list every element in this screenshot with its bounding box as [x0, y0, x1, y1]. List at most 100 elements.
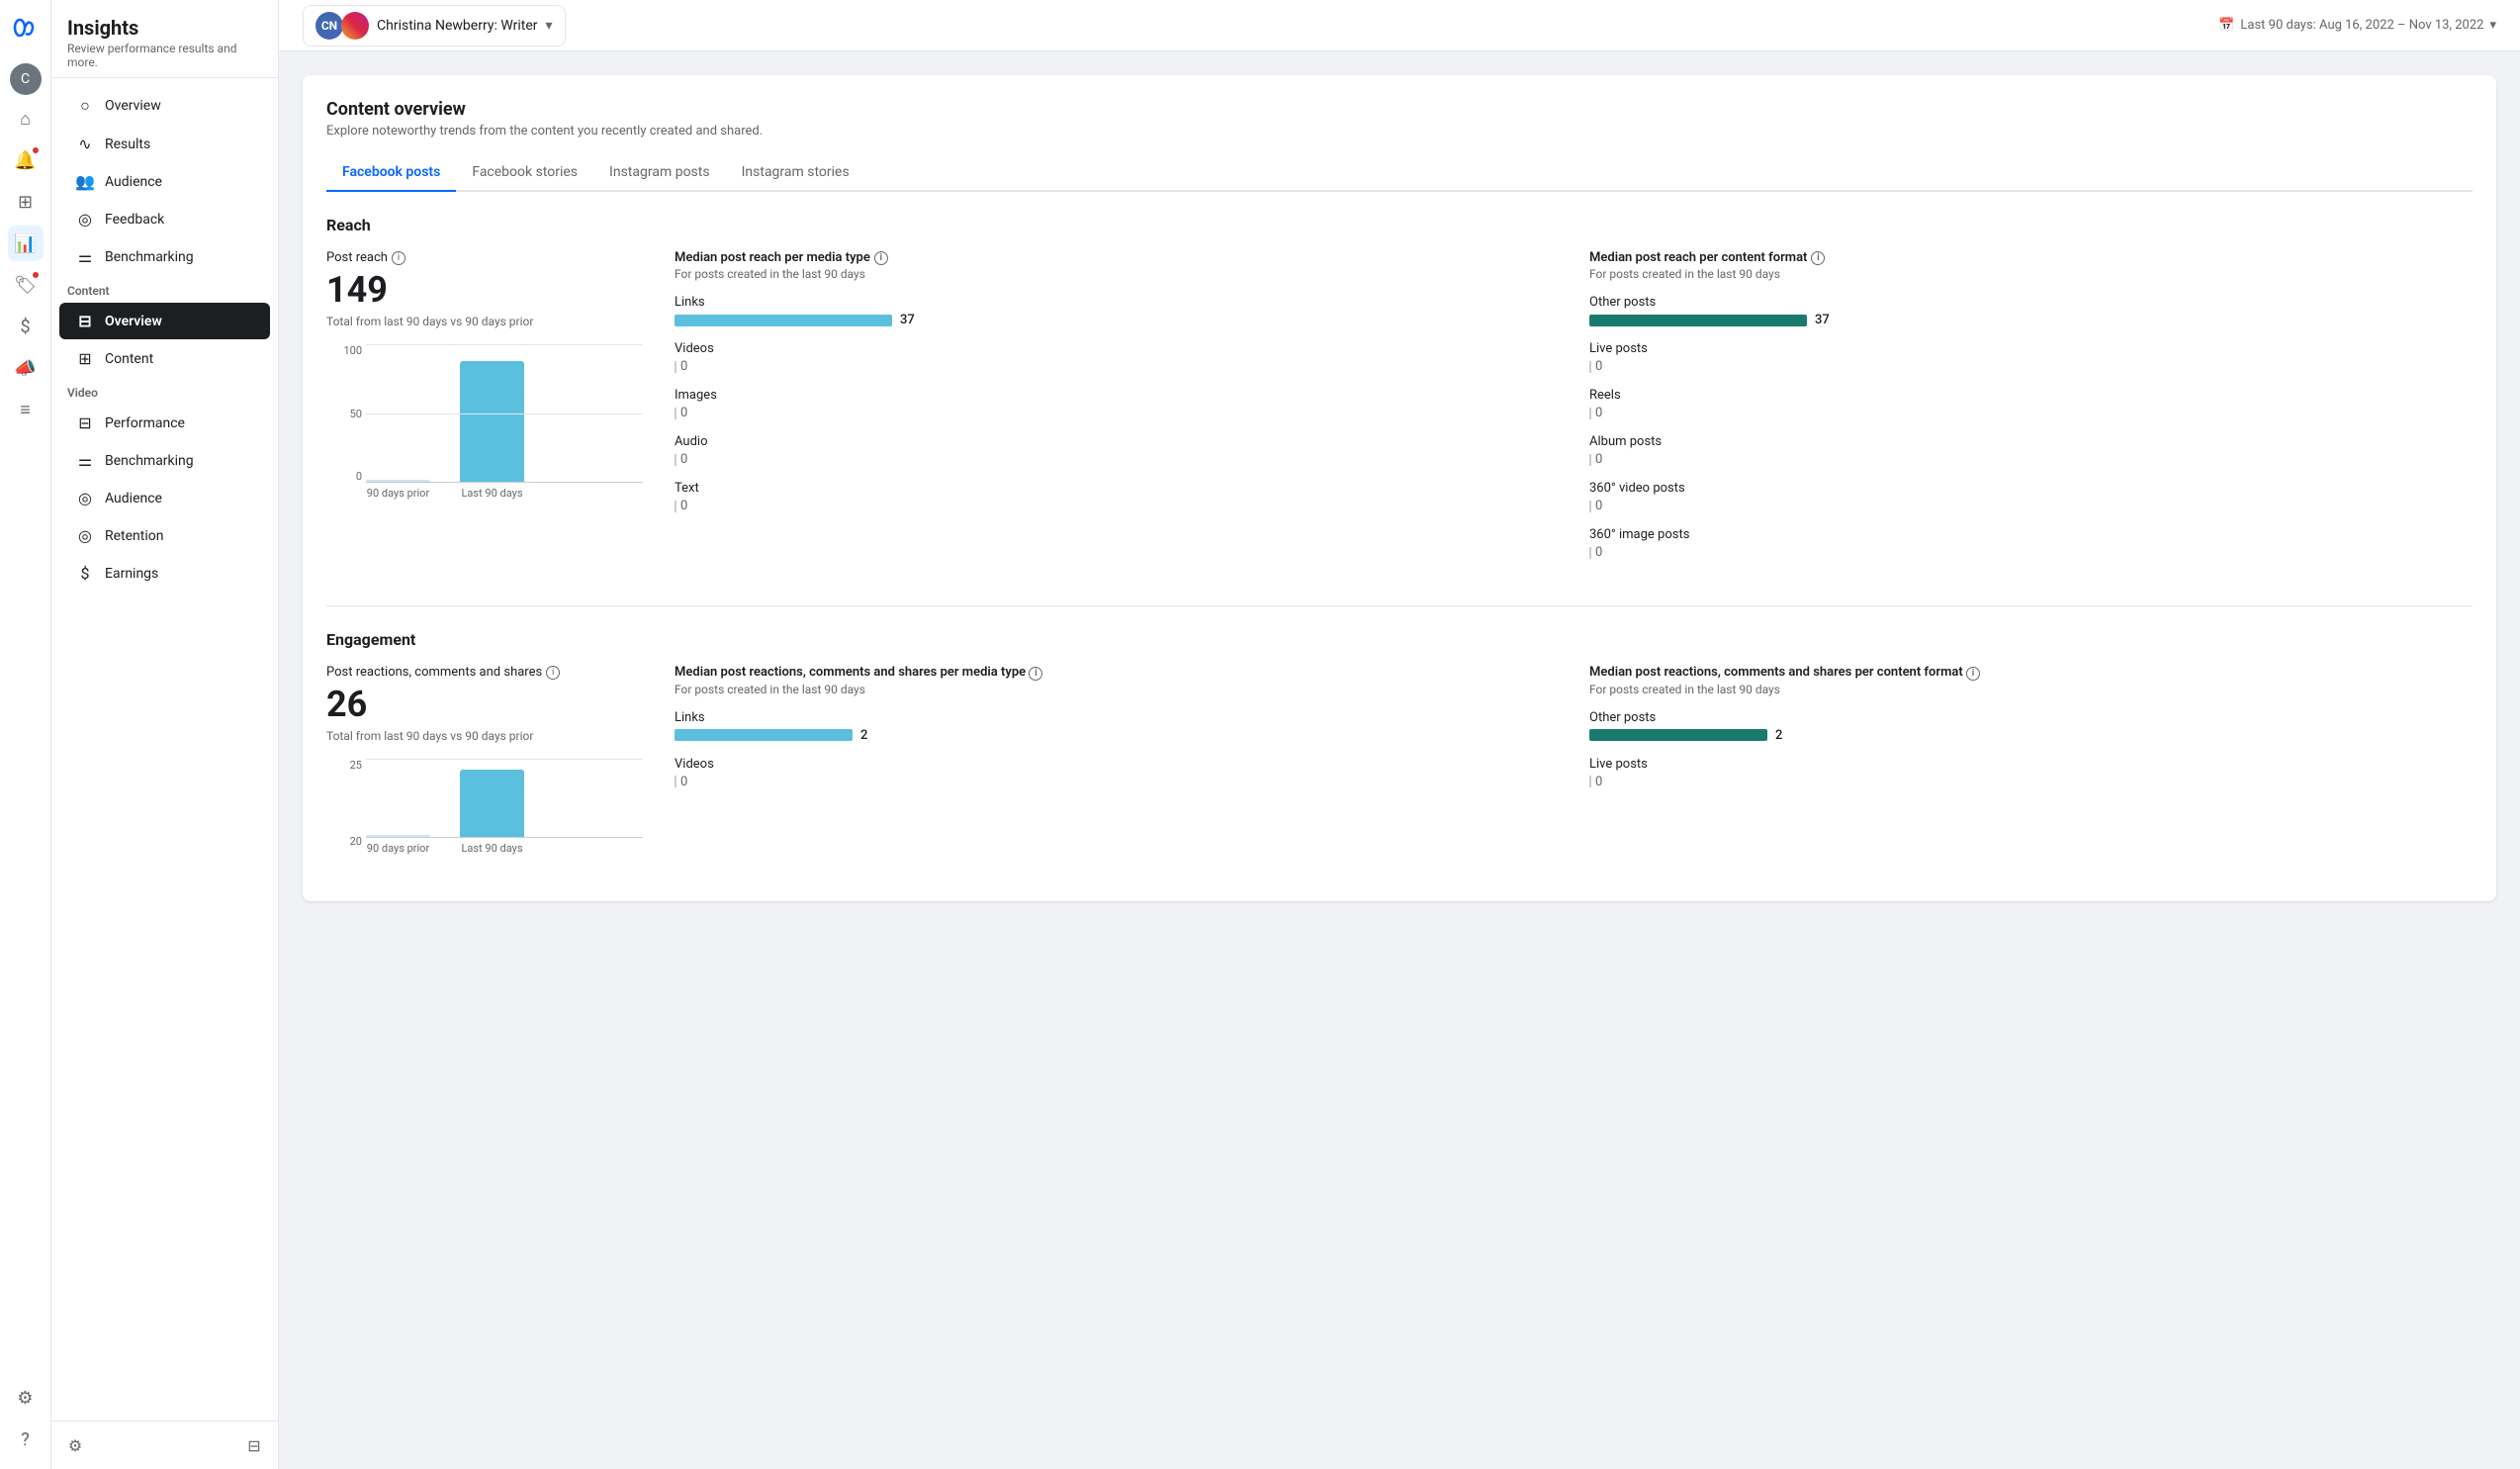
eng-prior-rect	[366, 835, 430, 837]
y-label-100: 100	[343, 344, 362, 357]
reactions-column: Post reactions, comments and shares i 26…	[326, 665, 643, 877]
360image-zero-bar	[1589, 547, 1591, 559]
eng-format-subtitle: For posts created in the last 90 days	[1589, 683, 2473, 696]
tag-icon[interactable]: 🏷	[8, 267, 44, 303]
sidebar-content-overview-label: Overview	[105, 314, 162, 329]
format-360-image: 360° image posts 0	[1589, 527, 2473, 560]
eng-links-rect	[675, 729, 853, 741]
sidebar-item-retention[interactable]: ◎ Retention	[59, 517, 270, 554]
x-label-prior: 90 days prior	[366, 487, 430, 500]
eng-other-val: 2	[1775, 728, 1782, 743]
format-reels: Reels 0	[1589, 388, 2473, 420]
sidebar-title: Insights	[67, 16, 262, 40]
other-bar-val: 37	[1815, 313, 1830, 327]
home-icon[interactable]: ⌂	[8, 101, 44, 137]
media-text-zero: 0	[675, 499, 1558, 513]
360image-zero-val: 0	[1595, 545, 1602, 560]
sidebar-benchmarking-label: Benchmarking	[105, 249, 194, 265]
eng-videos-zero-bar	[675, 776, 676, 787]
eng-format-title: Median post reactions, comments and shar…	[1589, 665, 2473, 681]
tab-facebook-stories[interactable]: Facebook stories	[456, 154, 593, 192]
content-overview-icon: ⊟	[75, 312, 95, 330]
live-zero-val: 0	[1595, 359, 1602, 374]
live-zero-bar	[1589, 361, 1591, 373]
eng-links: Links 2	[675, 710, 1558, 743]
sidebar-item-audience[interactable]: 👥 Audience	[59, 163, 270, 200]
eng-media-info-icon[interactable]: i	[1029, 667, 1042, 681]
eng-x-labels: 90 days prior Last 90 days	[366, 842, 643, 855]
sidebar-item-content[interactable]: ⊞ Content	[59, 340, 270, 377]
eng-bar-last90	[460, 770, 524, 837]
eng-x-prior: 90 days prior	[366, 842, 430, 855]
top-bar: CN Christina Newberry: Writer ▾ 📅 Last 9…	[279, 0, 2520, 51]
chart-icon[interactable]: 📊	[8, 226, 44, 261]
bar-90-prior-rect	[366, 480, 430, 482]
eng-media-subtitle: For posts created in the last 90 days	[675, 683, 1558, 696]
overview-icon: ○	[75, 96, 95, 116]
performance-icon: ⊟	[75, 413, 95, 432]
grid-icon[interactable]: ⊞	[8, 184, 44, 220]
post-reach-info-icon[interactable]: i	[392, 251, 405, 265]
dollar-icon[interactable]: $	[8, 309, 44, 344]
reactions-info-icon[interactable]: i	[546, 666, 560, 680]
format-album-zero: 0	[1589, 452, 2473, 467]
user-avatar-strip[interactable]: C	[10, 63, 42, 95]
media-videos-label: Videos	[675, 341, 1558, 356]
settings-footer-icon[interactable]: ⚙	[59, 1429, 91, 1461]
reactions-value: 26	[326, 684, 643, 725]
eng-bars-area	[366, 759, 643, 838]
megaphone-icon[interactable]: 📣	[8, 350, 44, 386]
sidebar-item-content-overview[interactable]: ⊟ Overview	[59, 303, 270, 339]
sidebar-item-video-benchmarking[interactable]: ⚌ Benchmarking	[59, 442, 270, 479]
sidebar-item-feedback[interactable]: ◎ Feedback	[59, 201, 270, 237]
sidebar-audience-label: Audience	[105, 174, 162, 190]
text-zero-bar	[675, 501, 676, 512]
engagement-section-heading: Engagement	[326, 630, 2473, 649]
median-format-column: Median post reach per content format i F…	[1589, 250, 2473, 574]
date-range-text: Last 90 days: Aug 16, 2022 – Nov 13, 202…	[2240, 18, 2483, 33]
help-icon[interactable]: ?	[8, 1422, 44, 1457]
sidebar-item-benchmarking[interactable]: ⚌ Benchmarking	[59, 238, 270, 275]
sidebar-item-performance[interactable]: ⊟ Performance	[59, 405, 270, 441]
media-audio-zero: 0	[675, 452, 1558, 467]
date-range-selector[interactable]: 📅 Last 90 days: Aug 16, 2022 – Nov 13, 2…	[2218, 18, 2496, 33]
notifications-icon[interactable]: 🔔	[8, 142, 44, 178]
sidebar-header: Insights Review performance results and …	[51, 0, 278, 78]
median-media-info-icon[interactable]: i	[874, 251, 888, 265]
tab-instagram-stories[interactable]: Instagram stories	[726, 154, 865, 192]
sidebar-item-results[interactable]: ∿ Results	[59, 126, 270, 162]
format-other-bar: 37	[1589, 313, 2473, 327]
format-360image-label: 360° image posts	[1589, 527, 2473, 542]
eng-format-live: Live posts 0	[1589, 757, 2473, 789]
menu-icon[interactable]: ≡	[8, 392, 44, 427]
eng-links-label: Links	[675, 710, 1558, 725]
median-format-info-icon[interactable]: i	[1811, 251, 1825, 265]
eng-format-info-icon[interactable]: i	[1966, 667, 1980, 681]
tab-instagram-posts[interactable]: Instagram posts	[593, 154, 726, 192]
tab-facebook-posts[interactable]: Facebook posts	[326, 154, 456, 192]
post-reach-column: Post reach i 149 Total from last 90 days…	[326, 250, 643, 574]
360video-zero-val: 0	[1595, 499, 1602, 513]
user-selector[interactable]: CN Christina Newberry: Writer ▾	[303, 5, 566, 46]
media-images-label: Images	[675, 388, 1558, 403]
sidebar-item-earnings[interactable]: $ Earnings	[59, 555, 270, 592]
card-subtitle: Explore noteworthy trends from the conte…	[326, 124, 2473, 138]
eng-format-live-label: Live posts	[1589, 757, 2473, 772]
album-zero-bar	[1589, 454, 1591, 466]
reactions-sub: Total from last 90 days vs 90 days prior	[326, 729, 643, 743]
median-media-type-column: Median post reach per media type i For p…	[675, 250, 1558, 574]
calendar-icon: 📅	[2218, 18, 2234, 33]
format-360video-label: 360° video posts	[1589, 481, 2473, 496]
eng-y-20: 20	[350, 835, 362, 848]
sidebar-item-video-audience[interactable]: ◎ Audience	[59, 480, 270, 516]
sidebar-performance-label: Performance	[105, 415, 185, 431]
eng-format-live-zero: 0	[1589, 775, 2473, 789]
settings-icon[interactable]: ⚙	[8, 1380, 44, 1416]
content-tabs: Facebook posts Facebook stories Instagra…	[326, 154, 2473, 192]
media-images-zero: 0	[675, 406, 1558, 420]
bar-last-90-days	[460, 361, 524, 482]
video-bench-icon: ⚌	[75, 451, 95, 470]
sidebar-item-overview[interactable]: ○ Overview	[59, 87, 270, 125]
content-overview-card: Content overview Explore noteworthy tren…	[303, 75, 2496, 901]
collapse-sidebar-icon[interactable]: ⊟	[238, 1429, 270, 1461]
